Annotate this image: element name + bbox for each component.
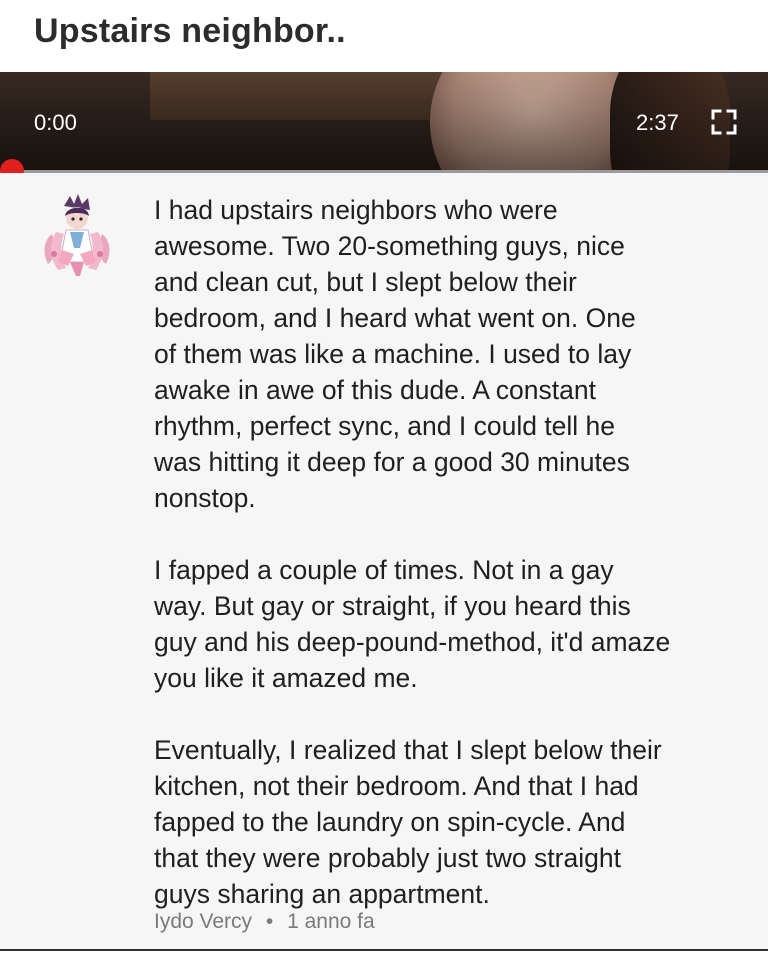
comment-meta: Iydo Vercy • 1 anno fa <box>154 910 375 934</box>
comment-paragraph: I had upstairs neighbors who were awesom… <box>154 195 636 513</box>
comment-timestamp: 1 anno fa <box>287 910 375 933</box>
page-footer-space <box>0 951 768 975</box>
current-time: 0:00 <box>34 110 77 135</box>
user-avatar[interactable] <box>34 192 120 278</box>
post-title: Upstairs neighbor.. <box>34 12 346 50</box>
comment-paragraph: I fapped a couple of times. Not in a gay… <box>154 555 671 693</box>
video-duration: 2:37 <box>636 110 679 135</box>
comment-paragraph: Eventually, I realized that I slept belo… <box>154 735 662 909</box>
comment-body: I had upstairs neighbors who were awesom… <box>154 192 754 912</box>
comment-author[interactable]: Iydo Vercy <box>154 910 252 933</box>
fullscreen-icon[interactable] <box>710 108 738 136</box>
meta-separator: • <box>265 910 274 933</box>
video-player[interactable]: 0:00 2:37 <box>0 72 768 172</box>
